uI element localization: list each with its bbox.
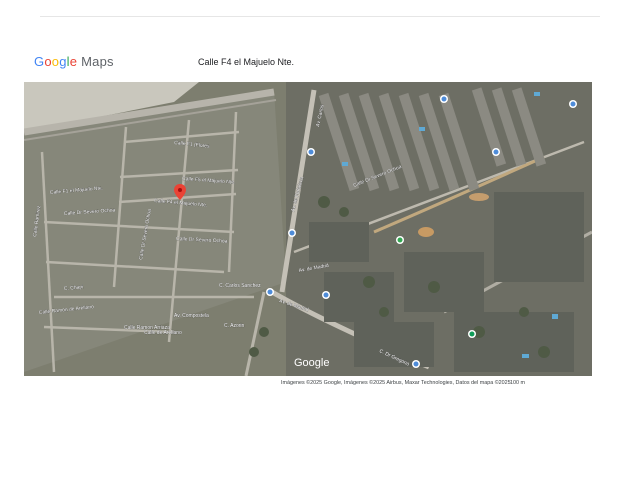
page-title: Calle F4 el Majuelo Nte. — [198, 57, 295, 67]
map-attribution[interactable]: Imágenes ©2025 Google, Imágenes ©2025 Ai… — [281, 380, 511, 386]
poi-marker[interactable] — [288, 229, 296, 237]
street-label: Calle de Arellano — [144, 330, 182, 336]
poi-marker[interactable] — [396, 236, 404, 244]
logo-google-wordmark: Google — [34, 54, 78, 69]
page-top-rule — [40, 16, 600, 17]
street-label: Av. Compostela — [174, 313, 209, 319]
poi-marker[interactable] — [569, 100, 577, 108]
poi-marker[interactable] — [307, 148, 315, 156]
scale-label[interactable]: 100 m — [510, 380, 525, 386]
poi-marker[interactable] — [266, 288, 274, 296]
google-watermark: Google — [294, 357, 329, 369]
poi-marker[interactable] — [492, 148, 500, 156]
poi-marker[interactable] — [440, 95, 448, 103]
satellite-map[interactable]: Calle F1 (Flores Calle F1 el Majuelo Nte… — [24, 82, 592, 376]
street-label: C. Azorin — [224, 323, 245, 329]
poi-marker[interactable] — [322, 291, 330, 299]
poi-marker[interactable] — [468, 330, 476, 338]
map-canvas[interactable]: Calle F1 (Flores Calle F1 el Majuelo Nte… — [24, 82, 592, 376]
google-maps-logo: Google Maps — [34, 54, 114, 69]
poi-marker[interactable] — [412, 360, 420, 368]
street-label: C. Carlos Sanchez — [219, 283, 261, 289]
logo-maps-suffix: Maps — [81, 54, 114, 69]
